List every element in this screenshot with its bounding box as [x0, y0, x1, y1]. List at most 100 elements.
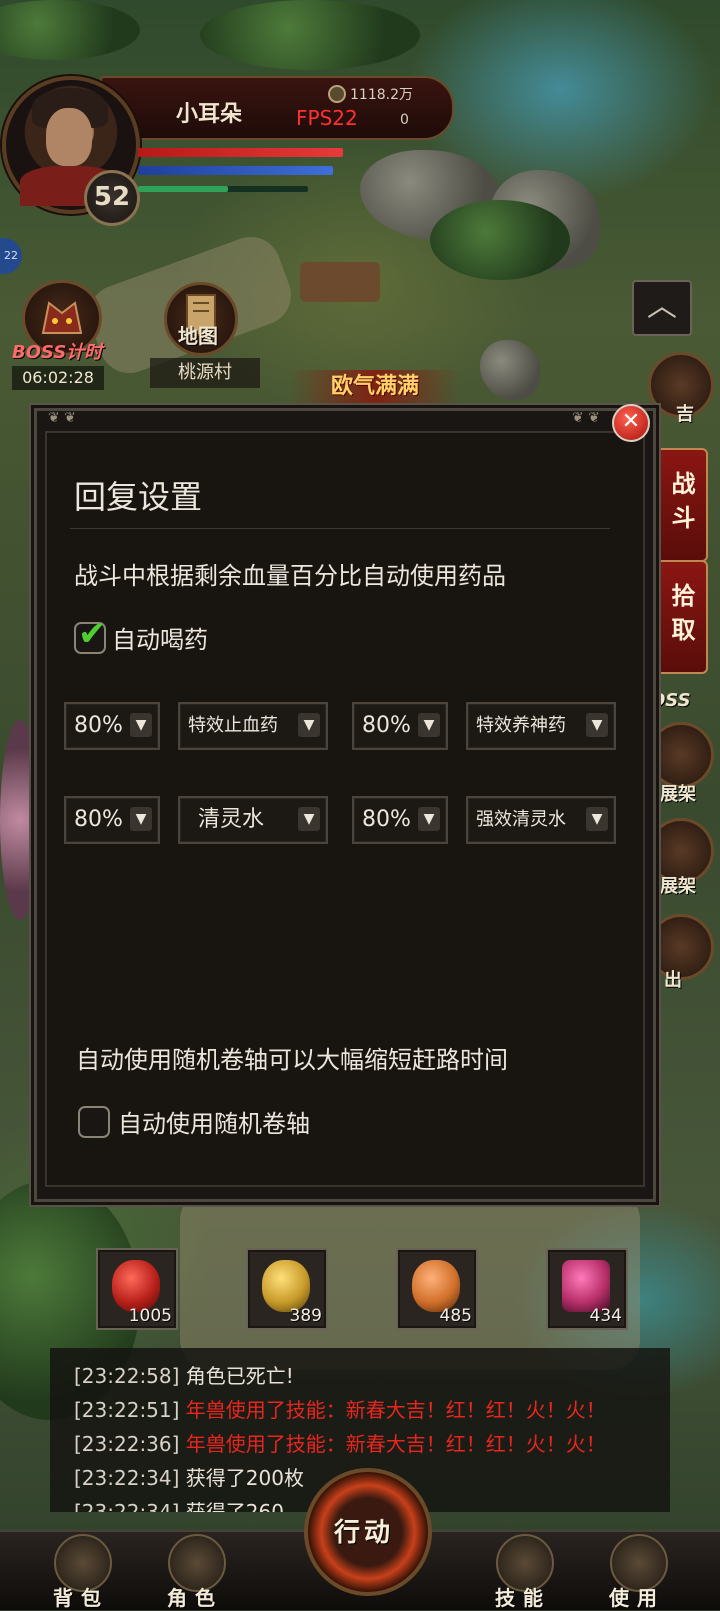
select-value: 强效清灵水: [476, 809, 566, 830]
hp-bar: [138, 148, 343, 157]
use-button[interactable]: 使用: [592, 1528, 682, 1610]
right-orb-label: 展架: [660, 784, 696, 805]
red-potion-icon: [112, 1260, 160, 1312]
log-line: [23:22:58] 角色已死亡!: [74, 1360, 294, 1389]
chevron-down-icon: ▼: [418, 807, 440, 831]
log-timestamp: [23:22:58]: [74, 1364, 180, 1388]
chevron-up-icon[interactable]: ︿: [632, 280, 692, 336]
log-message: 角色已死亡!: [185, 1364, 294, 1388]
item-count: 389: [289, 1306, 322, 1326]
chevron-down-icon: ▼: [130, 713, 152, 737]
hp-potion-select-2[interactable]: 清灵水 ▼: [178, 796, 328, 844]
auto-scroll-label[interactable]: 自动使用随机卷轴: [118, 1104, 310, 1139]
checkmark-icon: ✔: [78, 614, 107, 654]
auto-potion-checkbox[interactable]: ✔: [74, 614, 107, 654]
auto-scroll-description: 自动使用随机卷轴可以大幅缩短赶路时间: [76, 1046, 508, 1074]
fps-counter: FPS22: [296, 106, 358, 130]
quick-item-slot[interactable]: 485: [396, 1248, 478, 1330]
bag-button[interactable]: 背包: [36, 1528, 126, 1610]
quick-item-slot[interactable]: 1005: [96, 1248, 178, 1330]
tree: [200, 0, 420, 70]
player-level: 52: [84, 170, 140, 226]
log-timestamp: [23:22:34]: [74, 1500, 180, 1512]
select-value: 清灵水: [198, 807, 265, 832]
log-line: [23:22:51] 年兽使用了技能：新春大吉！红！红！火！火！: [74, 1394, 606, 1423]
scroll-icon: [562, 1260, 610, 1312]
item-count: 485: [439, 1306, 472, 1326]
mp-potion-select-2[interactable]: 强效清灵水 ▼: [466, 796, 616, 844]
mp-percent-select-2[interactable]: 80% ▼: [352, 796, 448, 844]
hp-percent-select[interactable]: 80% ▼: [64, 702, 160, 750]
right-orb-label: 出: [664, 970, 682, 991]
chevron-down-icon: ▼: [586, 807, 608, 831]
table: [300, 262, 380, 302]
select-value: 特效止血药: [188, 715, 278, 736]
bag-label: 背包: [53, 1586, 109, 1610]
chevron-down-icon: ▼: [586, 713, 608, 737]
tab-combat[interactable]: 战斗: [654, 448, 708, 562]
mp-bar: [138, 166, 333, 175]
quick-item-slot[interactable]: 434: [546, 1248, 628, 1330]
boss-timer-time: 06:02:28: [12, 366, 104, 390]
log-message: 年兽使用了技能：新春大吉！红！红！火！火！: [185, 1432, 606, 1456]
log-timestamp: [23:22:51]: [74, 1398, 180, 1422]
divider: [70, 528, 610, 529]
auto-potion-label[interactable]: 自动喝药: [112, 620, 208, 655]
item-count: 434: [589, 1306, 622, 1326]
dialog-title: 回复设置: [74, 478, 203, 516]
right-orb-label: OSS: [650, 690, 691, 711]
log-message: 获得了260: [185, 1500, 284, 1512]
secondary-currency: 0: [400, 112, 409, 128]
log-message: 年兽使用了技能：新春大吉！红！红！火！火！: [185, 1398, 606, 1422]
map-button-label: 地图: [178, 324, 218, 348]
gold-amount: 1118.2万: [350, 87, 413, 103]
yellow-potion-icon: [262, 1260, 310, 1312]
rock: [480, 340, 540, 400]
use-label: 使用: [609, 1586, 665, 1610]
chevron-down-icon: ▼: [298, 807, 320, 831]
close-icon[interactable]: ✕: [612, 404, 650, 442]
select-value: 80%: [362, 807, 411, 832]
xp-bar: [138, 186, 228, 192]
boss-timer-label: BOSS计时: [12, 342, 103, 363]
select-value: 80%: [362, 713, 411, 738]
quick-item-slot[interactable]: 389: [246, 1248, 328, 1330]
action-label: 行动: [333, 1518, 394, 1548]
log-timestamp: [23:22:34]: [74, 1466, 180, 1490]
right-orb-label: 吉: [676, 404, 694, 425]
character-label: 角色: [167, 1586, 223, 1610]
log-line: [23:22:36] 年兽使用了技能：新春大吉！红！红！火！火！: [74, 1428, 606, 1457]
right-orb-label: 展架: [660, 876, 696, 897]
chevron-down-icon: ▼: [298, 713, 320, 737]
log-message: 获得了200枚: [185, 1466, 304, 1490]
player-name: 小耳朵: [176, 102, 243, 127]
select-value: 80%: [74, 713, 123, 738]
hp-potion-select[interactable]: 特效止血药 ▼: [178, 702, 328, 750]
tab-loot[interactable]: 拾取: [654, 560, 708, 674]
auto-scroll-checkbox[interactable]: [78, 1106, 110, 1138]
auto-potion-description: 战斗中根据剩余血量百分比自动使用药品: [74, 562, 506, 590]
tree: [430, 200, 570, 280]
skills-button[interactable]: 技能: [478, 1528, 568, 1610]
orange-potion-icon: [412, 1260, 460, 1312]
chevron-down-icon: ▼: [418, 713, 440, 737]
item-count: 1005: [128, 1306, 172, 1326]
log-line: [23:22:34] 获得了200枚: [74, 1462, 304, 1491]
log-timestamp: [23:22:36]: [74, 1432, 180, 1456]
select-value: 80%: [74, 807, 123, 832]
chevron-down-icon: ▼: [130, 807, 152, 831]
character-button[interactable]: 角色: [150, 1528, 240, 1610]
tree: [0, 0, 140, 60]
log-line: [23:22:34] 获得了260: [74, 1496, 284, 1512]
right-menu-orb[interactable]: [648, 722, 714, 788]
event-banner[interactable]: 欧气满满: [290, 370, 460, 404]
skills-label: 技能: [495, 1586, 551, 1610]
mp-potion-select[interactable]: 特效养神药 ▼: [466, 702, 616, 750]
avatar-face: [46, 108, 92, 166]
dialog-ornament: ❦ ❦: [48, 410, 76, 426]
hp-percent-select-2[interactable]: 80% ▼: [64, 796, 160, 844]
mp-percent-select[interactable]: 80% ▼: [352, 702, 448, 750]
coin-icon: [328, 85, 346, 103]
select-value: 特效养神药: [476, 715, 566, 736]
map-location-name: 桃源村: [150, 358, 260, 388]
